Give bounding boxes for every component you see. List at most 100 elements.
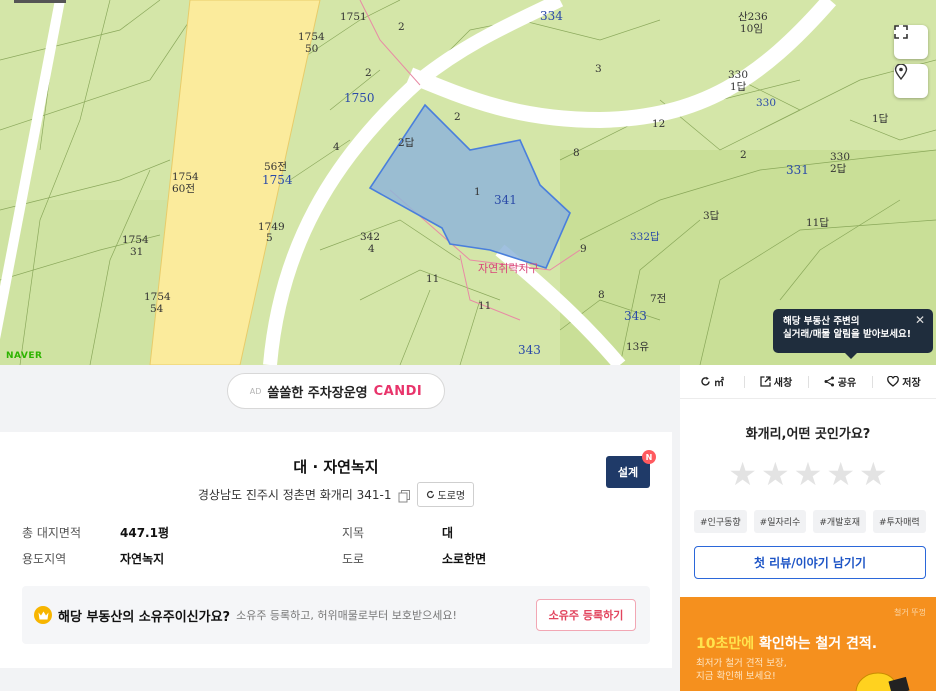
svg-text:1754: 1754 <box>298 31 325 43</box>
field-label-area: 총 대지면적 <box>22 526 82 540</box>
design-label: 설계 <box>617 466 639 479</box>
svg-text:341: 341 <box>494 193 517 207</box>
field-label-category: 지목 <box>342 526 365 540</box>
tag-item[interactable]: #투자매력 <box>873 510 926 533</box>
demolition-promo-banner[interactable]: 철거 뚜껑 10초만에 확인하는 철거 견적. 최저가 철거 견적 보장, 지금… <box>680 597 936 691</box>
address-text: 경상남도 진주시 정촌면 화개리 341-1 <box>197 488 392 502</box>
svg-text:330: 330 <box>830 151 850 163</box>
svg-text:2: 2 <box>398 21 405 33</box>
share-label: 공유 <box>837 378 857 389</box>
owner-subtext: 소유주 등록하고, 허위매물로부터 보호받으세요! <box>236 609 457 622</box>
svg-text:산236: 산236 <box>738 11 768 23</box>
star-icon[interactable]: ★ <box>859 457 888 491</box>
svg-text:12: 12 <box>652 118 665 130</box>
promo-title-rest: 확인하는 철거 견적. <box>754 636 878 652</box>
svg-text:50: 50 <box>305 43 318 55</box>
svg-text:4: 4 <box>368 243 375 255</box>
review-panel: ㎡ 새창 공유 저장 화개리,어떤 곳인가요? ★ ★ ★ ★ ★ #인구동향 <box>680 365 936 597</box>
field-value-road: 소로한면 <box>442 552 487 566</box>
svg-text:1답: 1답 <box>872 113 889 125</box>
share-button[interactable]: 공유 <box>808 374 872 389</box>
property-title: 대 · 자연녹지 <box>293 458 379 476</box>
owner-question: 해당 부동산의 소유주이신가요? <box>58 609 231 625</box>
naver-logo: NAVER <box>6 351 43 361</box>
svg-text:1754: 1754 <box>172 171 199 183</box>
promo-subtext: 최저가 철거 견적 보장, 지금 확인해 보세요! <box>696 657 787 683</box>
new-badge: N <box>642 450 656 464</box>
page-root: 1751 2 334 산236 10임 1754 50 23 330 1답 1750 3… <box>0 0 936 691</box>
svg-text:1답: 1답 <box>730 81 747 93</box>
svg-text:2: 2 <box>365 67 372 79</box>
new-window-button[interactable]: 새창 <box>744 374 808 389</box>
field-label-road: 도로 <box>342 552 365 566</box>
ad-text: 쏠쏠한 주차장운영 <box>267 385 368 401</box>
svg-text:334: 334 <box>540 9 563 23</box>
unit-label: ㎡ <box>714 378 724 389</box>
close-icon[interactable]: ✕ <box>915 314 925 327</box>
svg-text:1: 1 <box>474 186 481 198</box>
svg-text:7전: 7전 <box>650 293 666 305</box>
address-row: 경상남도 진주시 정촌면 화개리 341-1 도로명 <box>0 482 672 507</box>
heart-icon <box>887 376 900 387</box>
road-address-button[interactable]: 도로명 <box>416 482 475 507</box>
tag-item[interactable]: #개발호재 <box>813 510 867 533</box>
design-button[interactable]: 설계 N <box>606 450 656 488</box>
copy-icon[interactable] <box>398 488 411 503</box>
svg-text:2: 2 <box>740 149 747 161</box>
svg-text:330: 330 <box>728 69 748 81</box>
svg-text:5: 5 <box>266 232 273 244</box>
unit-toggle-button[interactable]: ㎡ <box>680 374 744 389</box>
tag-item[interactable]: #일자리수 <box>753 510 807 533</box>
star-icon[interactable]: ★ <box>826 457 855 491</box>
svg-text:2답: 2답 <box>398 137 415 149</box>
svg-text:11답: 11답 <box>806 217 829 229</box>
refresh-icon <box>701 376 710 386</box>
promo-sub-line-1: 최저가 철거 견적 보장, <box>696 658 787 669</box>
svg-text:11: 11 <box>426 273 439 285</box>
svg-text:2: 2 <box>454 111 461 123</box>
promo-title: 10초만에 확인하는 철거 견적. <box>696 633 877 653</box>
save-button[interactable]: 저장 <box>872 374 936 389</box>
write-review-button[interactable]: 첫 리뷰/이야기 남기기 <box>694 546 926 579</box>
neighborhood-question: 화개리,어떤 곳인가요? <box>745 427 871 442</box>
tooltip-line-1: 해당 부동산 주변의 <box>783 316 860 327</box>
owner-register-button[interactable]: 소유주 등록하기 <box>536 599 636 631</box>
district-label: 자연취락지구 <box>478 262 539 275</box>
svg-text:56전: 56전 <box>264 161 287 173</box>
star-icon[interactable]: ★ <box>794 457 823 491</box>
svg-text:342: 342 <box>360 231 380 243</box>
alert-tooltip[interactable]: 해당 부동산 주변의 실거래/매물 알림을 받아보세요! ✕ <box>773 309 933 359</box>
my-location-button[interactable] <box>894 64 928 98</box>
star-icon[interactable]: ★ <box>728 457 757 491</box>
share-icon <box>824 376 834 387</box>
tag-item[interactable]: #인구동향 <box>694 510 747 533</box>
promo-brand: 철거 뚜껑 <box>894 608 926 617</box>
svg-text:343: 343 <box>624 309 647 323</box>
ad-brand-logo: CANDI <box>373 383 423 399</box>
refresh-icon <box>426 490 434 499</box>
crown-icon <box>34 606 52 624</box>
star-icon[interactable]: ★ <box>761 457 790 491</box>
fullscreen-icon <box>894 25 908 39</box>
tag-list: #인구동향 #일자리수 #개발호재 #투자매력 <box>694 510 926 533</box>
star-rating[interactable]: ★ ★ ★ ★ ★ <box>680 457 936 491</box>
svg-text:330: 330 <box>756 97 776 109</box>
new-window-label: 새창 <box>773 378 793 389</box>
tooltip-line-2: 실거래/매물 알림을 받아보세요! <box>783 329 912 340</box>
field-value-area: 447.1평 <box>120 526 169 540</box>
svg-text:3답: 3답 <box>703 210 720 222</box>
svg-text:1754: 1754 <box>122 234 149 246</box>
svg-text:331: 331 <box>786 163 809 177</box>
svg-text:9: 9 <box>580 243 587 255</box>
property-card: 대 · 자연녹지 경상남도 진주시 정촌면 화개리 341-1 도로명 설계 N… <box>0 432 672 668</box>
ad-banner[interactable]: AD 쏠쏠한 주차장운영 CANDI <box>227 373 445 409</box>
save-label: 저장 <box>902 378 921 389</box>
svg-text:343: 343 <box>518 343 541 357</box>
fullscreen-button[interactable] <box>894 25 928 59</box>
promo-title-highlight: 10초만에 <box>696 636 755 652</box>
svg-text:2답: 2답 <box>830 163 847 175</box>
panel-toolbar: ㎡ 새창 공유 저장 <box>680 365 936 399</box>
cadastral-map[interactable]: 1751 2 334 산236 10임 1754 50 23 330 1답 1750 3… <box>0 0 936 365</box>
svg-text:3: 3 <box>595 63 602 75</box>
road-address-label: 도로명 <box>437 491 466 502</box>
